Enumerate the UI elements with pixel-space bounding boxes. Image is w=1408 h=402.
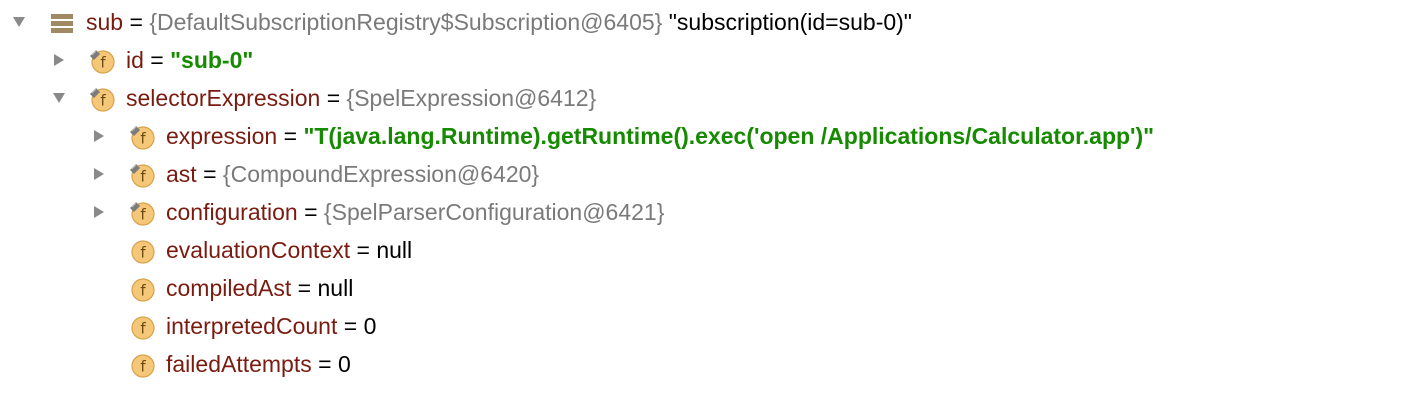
variable-name: id (126, 46, 144, 73)
icon-letter: f (140, 320, 146, 338)
object-label: "subscription(id=sub-0)" (662, 8, 912, 35)
icon-letter: f (140, 282, 146, 300)
tree-row-selectorExpression[interactable]: f selectorExpression = {SpelExpression@64… (0, 79, 1408, 117)
variable-name: evaluationContext (166, 236, 351, 263)
tree-row-ast[interactable]: f ast = {CompoundExpression@6420} (0, 155, 1408, 193)
tree-row-expression[interactable]: f expression = "T(java.lang.Runtime).getR… (0, 117, 1408, 155)
variable-name: interpretedCount (166, 312, 338, 339)
expand-arrow-collapsed-icon[interactable] (92, 129, 106, 143)
row-text: configuration = {SpelParserConfiguration… (166, 193, 664, 231)
field-icon: f (128, 351, 156, 379)
tree-row-sub[interactable]: sub = {DefaultSubscriptionRegistry$Subsc… (0, 3, 1408, 41)
variable-name: failedAttempts (166, 350, 312, 377)
expand-arrow-expanded-icon[interactable] (12, 15, 26, 29)
variable-name: compiledAst (166, 274, 292, 301)
icon-letter: f (140, 358, 146, 376)
field-icon: f (128, 313, 156, 341)
variable-value: "T(java.lang.Runtime).getRuntime().exec(… (303, 122, 1155, 149)
debugger-variables-tree: sub = {DefaultSubscriptionRegistry$Subsc… (0, 0, 1408, 402)
equals-sign: = (291, 274, 318, 301)
variable-name: sub (86, 8, 124, 35)
field-icon: f (128, 275, 156, 303)
row-text: interpretedCount = 0 (166, 307, 376, 345)
equals-sign: = (320, 84, 347, 111)
equals-sign: = (297, 198, 324, 225)
variable-value: null (376, 236, 413, 263)
expand-arrow-collapsed-icon[interactable] (92, 205, 106, 219)
variable-value: null (317, 274, 354, 301)
icon-letter: f (140, 168, 146, 186)
tree-row-failedAttempts[interactable]: f failedAttempts = 0 (0, 345, 1408, 383)
variable-name: selectorExpression (126, 84, 321, 111)
final-field-icon: f (128, 123, 156, 151)
icon-letter: f (140, 130, 146, 148)
object-reference: {SpelExpression@6412} (346, 84, 597, 111)
tree-row-evaluationContext[interactable]: f evaluationContext = null (0, 231, 1408, 269)
final-field-icon: f (128, 199, 156, 227)
equals-sign: = (123, 8, 150, 35)
equals-sign: = (337, 312, 364, 339)
object-reference: {SpelParserConfiguration@6421} (323, 198, 665, 225)
expand-arrow-collapsed-icon[interactable] (52, 53, 66, 67)
tree-row-compiledAst[interactable]: f compiledAst = null (0, 269, 1408, 307)
row-text: ast = {CompoundExpression@6420} (166, 155, 539, 193)
expand-arrow-collapsed-icon[interactable] (92, 167, 106, 181)
object-reference: {CompoundExpression@6420} (222, 160, 540, 187)
icon-letter: f (100, 92, 106, 110)
expand-arrow-expanded-icon[interactable] (52, 91, 66, 105)
equals-sign: = (143, 46, 171, 73)
stack-icon (48, 9, 76, 37)
variable-name: ast (166, 160, 197, 187)
row-text: expression = "T(java.lang.Runtime).getRu… (166, 117, 1154, 155)
icon-letter: f (140, 206, 146, 224)
icon-letter: f (100, 54, 106, 72)
variable-name: expression (166, 122, 278, 149)
field-icon: f (128, 237, 156, 265)
tree-row-id[interactable]: f id = "sub-0" (0, 41, 1408, 79)
tree-row-interpretedCount[interactable]: f interpretedCount = 0 (0, 307, 1408, 345)
row-text: selectorExpression = {SpelExpression@641… (126, 79, 596, 117)
final-field-icon: f (88, 47, 116, 75)
row-text: sub = {DefaultSubscriptionRegistry$Subsc… (86, 3, 912, 41)
final-field-icon: f (88, 85, 116, 113)
equals-sign: = (196, 160, 223, 187)
row-text: compiledAst = null (166, 269, 353, 307)
row-text: id = "sub-0" (126, 41, 253, 79)
tree-row-configuration[interactable]: f configuration = {SpelParserConfiguratio… (0, 193, 1408, 231)
equals-sign: = (311, 350, 338, 377)
variable-value: 0 (363, 312, 377, 339)
variable-name: configuration (166, 198, 298, 225)
variable-value: "sub-0" (170, 46, 254, 73)
equals-sign: = (277, 122, 304, 149)
row-text: evaluationContext = null (166, 231, 412, 269)
icon-letter: f (140, 244, 146, 262)
object-reference: {DefaultSubscriptionRegistry$Subscriptio… (149, 8, 663, 35)
equals-sign: = (350, 236, 377, 263)
row-text: failedAttempts = 0 (166, 345, 351, 383)
final-field-icon: f (128, 161, 156, 189)
variable-value: 0 (337, 350, 351, 377)
